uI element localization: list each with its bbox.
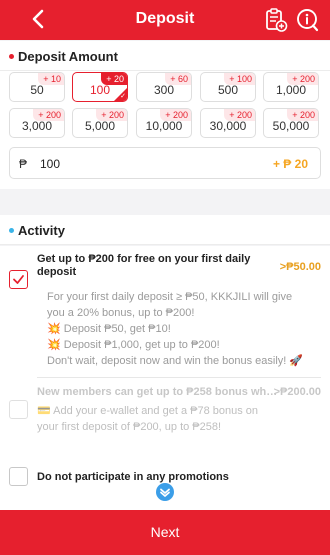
no-promo-checkbox[interactable] <box>9 467 28 486</box>
amount-option[interactable]: + 60 300 <box>136 72 192 102</box>
promo-title: New members can get up to ₱258 bonus wh… <box>37 386 278 398</box>
promo-checkbox-checked[interactable] <box>9 270 28 289</box>
amount-value: 5,000 <box>84 119 116 133</box>
activity-panel: Get up to ₱200 for free on your first da… <box>0 246 330 510</box>
deposit-record-icon[interactable] <box>264 7 288 33</box>
scroll-down-icon[interactable] <box>156 483 174 501</box>
promo-description: For your first daily deposit ≥ ₱50, KKKJ… <box>47 291 304 367</box>
no-promo-label: Do not participate in any promotions <box>37 471 229 483</box>
promo-description: 💳 Add your e-wallet and get a ₱78 bonus … <box>37 405 259 433</box>
deposit-amount-heading: Deposit Amount <box>18 49 118 64</box>
amount-value: 10,000 <box>145 119 183 133</box>
amount-option[interactable]: + 200 1,000 <box>263 72 319 102</box>
currency-symbol: ₱ <box>19 157 28 171</box>
promo-min-amount: >₱50.00 <box>279 261 321 273</box>
deposit-amount-field[interactable]: ₱ + ₱ 20 <box>9 147 321 179</box>
check-mark-icon <box>13 275 24 284</box>
amount-value: 3,000 <box>21 119 53 133</box>
amount-option[interactable]: + 200 3,000 <box>9 108 65 138</box>
amount-option[interactable]: + 200 50,000 <box>263 108 319 138</box>
next-button[interactable]: Next <box>0 510 330 555</box>
extra-bonus-value: + ₱ 20 <box>272 157 308 171</box>
promo-title: Get up to ₱200 for free on your first da… <box>37 253 251 278</box>
check-mark-icon: ✓ <box>120 93 126 100</box>
amount-option[interactable]: + 10 50 <box>9 72 65 102</box>
amount-value: 300 <box>153 83 175 97</box>
amount-option-selected[interactable]: + 20 100 ✓ <box>72 72 128 102</box>
amount-value: 50,000 <box>272 119 310 133</box>
promo-min-amount: >₱200.00 <box>273 386 321 398</box>
deposit-amount-header: Deposit Amount <box>0 41 330 71</box>
amount-value: 30,000 <box>209 119 247 133</box>
activity-heading: Activity <box>18 223 65 238</box>
help-info-icon[interactable] <box>296 7 320 33</box>
amount-option[interactable]: + 200 5,000 <box>72 108 128 138</box>
section-dot-icon <box>9 228 14 233</box>
amount-option[interactable]: + 100 500 <box>200 72 256 102</box>
section-dot-icon <box>9 54 14 59</box>
amount-value: 1,000 <box>275 83 307 97</box>
amount-option[interactable]: + 200 10,000 <box>136 108 192 138</box>
header-bar: Deposit <box>0 0 330 40</box>
amount-option[interactable]: + 200 30,000 <box>200 108 256 138</box>
promo-checkbox[interactable] <box>9 400 28 419</box>
activity-header: Activity <box>0 215 330 245</box>
amount-value: 500 <box>217 83 239 97</box>
amount-value: 50 <box>30 83 44 97</box>
divider <box>37 377 321 378</box>
amount-input[interactable] <box>40 154 240 174</box>
